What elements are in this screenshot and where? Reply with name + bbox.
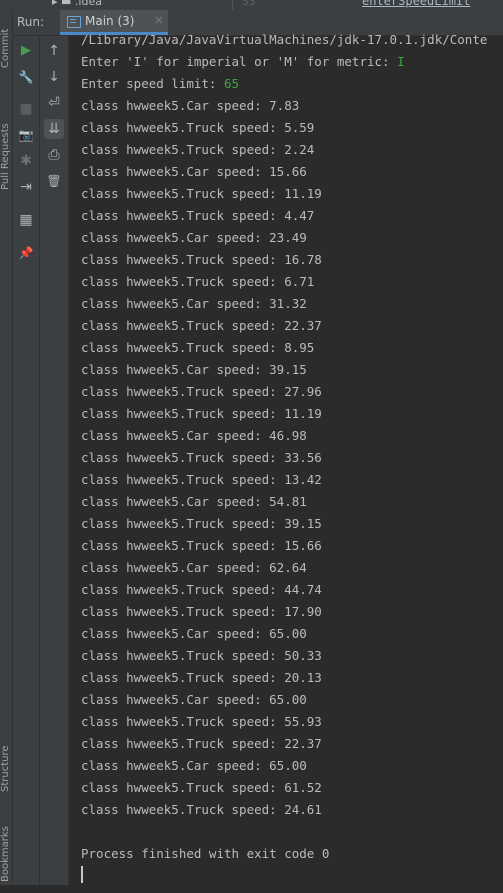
- console-line: class hwweek5.Truck speed: 22.37: [81, 318, 322, 333]
- console-line: class hwweek5.Truck speed: 8.95: [81, 340, 315, 355]
- camera-icon[interactable]: 📷: [16, 125, 36, 145]
- layout-icon[interactable]: ▦: [16, 210, 36, 230]
- commit-tool-label[interactable]: Commit: [0, 29, 12, 79]
- console-line: Enter 'I' for imperial or 'M' for metric…: [81, 54, 405, 69]
- console-line: class hwweek5.Truck speed: 39.15: [81, 516, 322, 531]
- console-line: class hwweek5.Truck speed: 20.13: [81, 670, 322, 685]
- run-toolbar-left: ▶ 🔧 ■ 📷 ✱ ⇥ ▦ 📌: [13, 36, 40, 885]
- console-line: class hwweek5.Truck speed: 11.19: [81, 186, 322, 201]
- console-line: class hwweek5.Truck speed: 24.61: [81, 802, 322, 817]
- user-input: I: [397, 54, 405, 69]
- tab-label: Main (3): [85, 14, 135, 28]
- console-line: Enter speed limit: 65: [81, 76, 240, 91]
- console-line: class hwweek5.Truck speed: 33.56: [81, 450, 322, 465]
- console-icon: [67, 16, 81, 28]
- text-caret: [81, 866, 83, 883]
- close-tab-icon[interactable]: ×: [154, 13, 164, 27]
- wrench-icon[interactable]: 🔧: [16, 67, 36, 87]
- trash-icon[interactable]: 🗑: [44, 171, 64, 191]
- line-number: 33: [242, 0, 256, 8]
- console-line: class hwweek5.Car speed: 54.81: [81, 494, 307, 509]
- console-line: class hwweek5.Car speed: 23.49: [81, 230, 307, 245]
- soft-wrap-icon[interactable]: ⏎: [44, 93, 64, 113]
- console-line: class hwweek5.Truck speed: 16.78: [81, 252, 322, 267]
- run-label: Run:: [17, 15, 45, 29]
- console-line: class hwweek5.Truck speed: 61.52: [81, 780, 322, 795]
- console-line: class hwweek5.Truck speed: 17.90: [81, 604, 322, 619]
- console-line: class hwweek5.Car speed: 46.98: [81, 428, 307, 443]
- console-line: class hwweek5.Truck speed: 22.37: [81, 736, 322, 751]
- console-line: class hwweek5.Truck speed: 2.24: [81, 142, 315, 157]
- scroll-to-end-icon[interactable]: ⇊: [44, 119, 64, 139]
- console-line: class hwweek5.Car speed: 31.32: [81, 296, 307, 311]
- pull-requests-tool-label[interactable]: Pull Requests: [0, 123, 12, 201]
- console-line: class hwweek5.Car speed: 15.66: [81, 164, 307, 179]
- console-line: class hwweek5.Truck speed: 6.71: [81, 274, 315, 289]
- left-tool-window-bar: Commit Pull Requests Structure Bookmarks: [0, 10, 13, 885]
- rerun-icon[interactable]: ▶: [16, 41, 36, 61]
- console-line: class hwweek5.Truck speed: 44.74: [81, 582, 322, 597]
- down-arrow-icon[interactable]: ↓: [44, 67, 64, 87]
- console-line: class hwweek5.Truck speed: 27.96: [81, 384, 322, 399]
- console-line: class hwweek5.Car speed: 65.00: [81, 758, 307, 773]
- console-line: class hwweek5.Car speed: 65.00: [81, 692, 307, 707]
- project-tree-idea-folder[interactable]: ▸ ▬ .idea: [52, 0, 102, 8]
- function-name-link[interactable]: enterSpeedLimit: [362, 0, 470, 8]
- console-line: class hwweek5.Car speed: 62.64: [81, 560, 307, 575]
- bug-icon[interactable]: ✱: [16, 151, 36, 171]
- console-line: class hwweek5.Truck speed: 15.66: [81, 538, 322, 553]
- user-input: 65: [224, 76, 240, 91]
- structure-tool-label[interactable]: Structure: [0, 745, 12, 803]
- console-line: class hwweek5.Truck speed: 5.59: [81, 120, 315, 135]
- console-line: class hwweek5.Truck speed: 4.47: [81, 208, 315, 223]
- process-finished-message: Process finished with exit code 0: [81, 846, 330, 861]
- console-line: class hwweek5.Car speed: 7.83: [81, 98, 300, 113]
- console-output[interactable]: /Library/Java/JavaVirtualMachines/jdk-17…: [69, 32, 503, 885]
- stop-icon[interactable]: ■: [16, 99, 36, 119]
- up-arrow-icon[interactable]: ↑: [44, 41, 64, 61]
- print-icon[interactable]: ⎙: [44, 145, 64, 165]
- divider: [232, 0, 233, 10]
- console-line: class hwweek5.Car speed: 65.00: [81, 626, 307, 641]
- pin-icon[interactable]: 📌: [16, 243, 36, 263]
- bookmarks-tool-label[interactable]: Bookmarks: [0, 826, 12, 893]
- folder-icon: ▸ ▬: [52, 0, 72, 8]
- login-icon[interactable]: ⇥: [16, 177, 36, 197]
- run-toolbar-right: ↑ ↓ ⏎ ⇊ ⎙ 🗑: [40, 36, 69, 885]
- console-line: class hwweek5.Truck speed: 55.93: [81, 714, 322, 729]
- console-line: class hwweek5.Truck speed: 13.42: [81, 472, 322, 487]
- console-line: class hwweek5.Truck speed: 50.33: [81, 648, 322, 663]
- console-line: class hwweek5.Car speed: 39.15: [81, 362, 307, 377]
- console-line: /Library/Java/JavaVirtualMachines/jdk-17…: [81, 32, 488, 47]
- console-line: class hwweek5.Truck speed: 11.19: [81, 406, 322, 421]
